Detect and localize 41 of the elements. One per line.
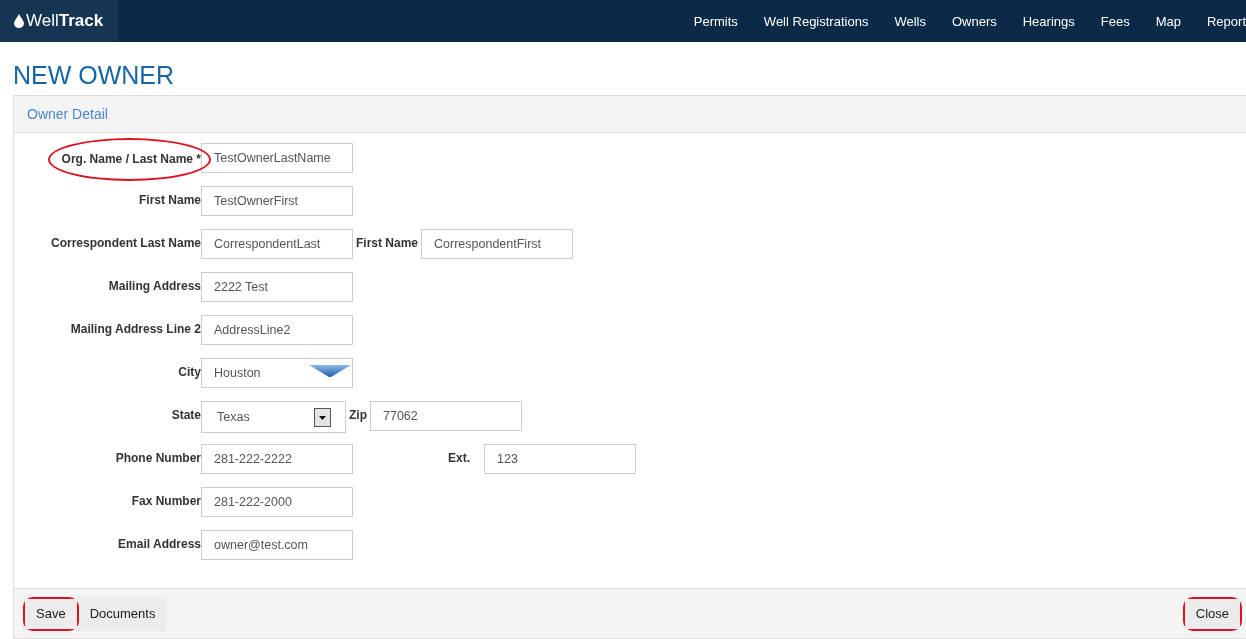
combo-box[interactable]: Houston [201, 358, 353, 388]
brand-name: WellTrack [26, 11, 104, 31]
field-label: First Name [355, 235, 420, 250]
brand-logo[interactable]: WellTrack [0, 0, 118, 42]
field-label: Phone Number [115, 451, 201, 465]
text-field[interactable]: TestOwnerLastName [201, 143, 353, 173]
nav-link[interactable]: Permits [693, 13, 738, 29]
field-label: Mailing Address Line 2 [70, 322, 201, 336]
panel-title: Owner Detail [27, 106, 108, 122]
field-label: Org. Name / Last Name * [61, 152, 201, 166]
text-field[interactable]: CorrespondentLast [201, 229, 353, 259]
text-field[interactable]: 77062 [370, 401, 522, 431]
footer-button[interactable]: Save [25, 598, 77, 629]
field-label: City [178, 365, 201, 379]
text-field[interactable]: 281-222-2000 [201, 487, 353, 517]
field-label: Ext. [448, 450, 470, 465]
text-field[interactable]: 2222 Test [201, 272, 353, 302]
close-button[interactable]: Close [1184, 598, 1240, 629]
field-label: Mailing Address [108, 279, 201, 293]
water-drop-icon [14, 14, 24, 28]
field-label: Correspondent Last Name [50, 236, 201, 250]
nav-link[interactable]: Report [1206, 13, 1246, 29]
field-label: First Name [138, 193, 201, 207]
field-label: State [171, 408, 201, 422]
nav-link[interactable]: Hearings [1022, 13, 1075, 29]
field-label: Fax Number [131, 494, 201, 508]
nav-link[interactable]: Well Registrations [763, 13, 869, 29]
nav-link[interactable]: Wells [894, 13, 926, 29]
nav-link[interactable]: Fees [1100, 13, 1130, 29]
text-field[interactable]: 281-222-2222 [201, 444, 353, 474]
text-field[interactable]: owner@test.com [201, 530, 353, 560]
text-field[interactable]: 123 [484, 444, 636, 474]
select-field[interactable]: Texas [201, 401, 346, 433]
nav-link[interactable]: Owners [951, 13, 997, 29]
nav-link[interactable]: Map [1155, 13, 1181, 29]
page-title: NEW OWNER [13, 60, 176, 91]
text-field[interactable]: AddressLine2 [201, 315, 353, 345]
field-label: Email Address [118, 537, 201, 551]
text-field[interactable]: TestOwnerFirst [201, 186, 353, 216]
text-field[interactable]: CorrespondentFirst [421, 229, 574, 259]
field-label: Zip [348, 407, 368, 422]
